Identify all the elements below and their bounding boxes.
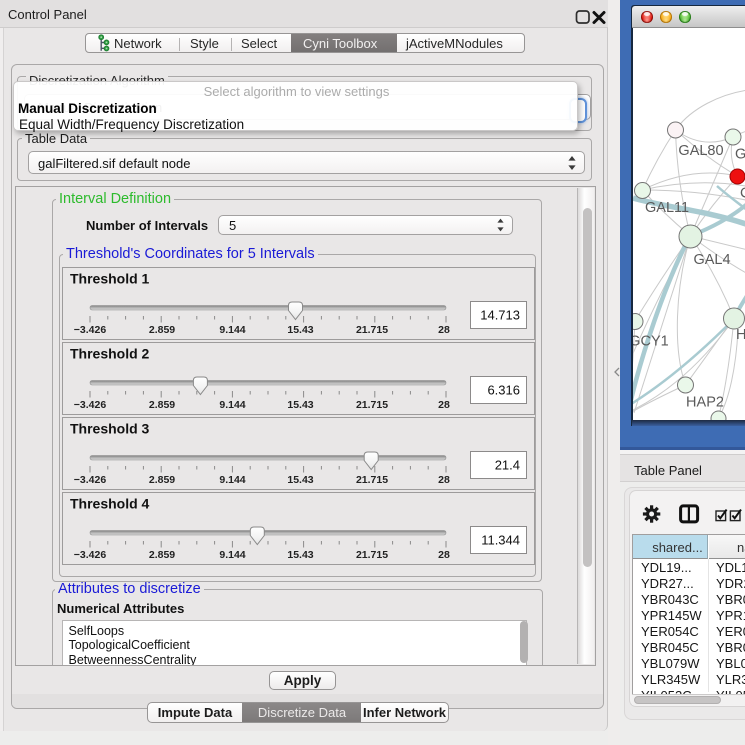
svg-text:−3.426: −3.426	[74, 549, 107, 561]
svg-text:GA: GA	[735, 146, 745, 162]
svg-text:9.144: 9.144	[219, 549, 245, 561]
svg-text:−3.426: −3.426	[74, 399, 107, 411]
svg-text:6.316: 6.316	[487, 383, 520, 398]
svg-text:9.144: 9.144	[219, 399, 245, 411]
svg-text:15.43: 15.43	[287, 549, 313, 561]
svg-text:28: 28	[438, 474, 450, 486]
svg-text:21.715: 21.715	[356, 549, 388, 561]
svg-text:21.4: 21.4	[495, 458, 520, 473]
svg-text:GAL4: GAL4	[693, 252, 730, 268]
svg-text:−3.426: −3.426	[74, 474, 107, 486]
svg-text:15.43: 15.43	[287, 474, 313, 486]
svg-text:21.715: 21.715	[356, 474, 388, 486]
svg-text:11.344: 11.344	[481, 533, 520, 548]
svg-text:9.144: 9.144	[219, 474, 245, 486]
svg-text:Threshold 3: Threshold 3	[70, 421, 150, 437]
svg-text:Threshold 4: Threshold 4	[70, 496, 150, 512]
svg-text:21.715: 21.715	[356, 399, 388, 411]
svg-text:GAL11: GAL11	[645, 200, 689, 216]
svg-text:28: 28	[438, 324, 450, 336]
svg-text:15.43: 15.43	[287, 399, 313, 411]
svg-text:Threshold 1: Threshold 1	[70, 271, 150, 287]
svg-text:−3.426: −3.426	[74, 324, 107, 336]
svg-text:H: H	[736, 327, 745, 343]
svg-text:GCY1: GCY1	[633, 333, 669, 349]
svg-text:GAL80: GAL80	[678, 143, 723, 159]
svg-text:21.715: 21.715	[356, 324, 388, 336]
svg-text:2.859: 2.859	[149, 549, 175, 561]
svg-text:HAP2: HAP2	[686, 394, 724, 410]
svg-text:28: 28	[438, 549, 450, 561]
svg-text:Threshold 2: Threshold 2	[70, 346, 150, 362]
svg-text:2.859: 2.859	[149, 399, 175, 411]
svg-text:14.713: 14.713	[480, 308, 520, 323]
svg-text:28: 28	[438, 399, 450, 411]
svg-text:2.859: 2.859	[149, 324, 175, 336]
svg-text:9.144: 9.144	[219, 324, 245, 336]
svg-text:2.859: 2.859	[149, 474, 175, 486]
svg-text:15.43: 15.43	[287, 324, 313, 336]
svg-text:C: C	[740, 185, 745, 201]
